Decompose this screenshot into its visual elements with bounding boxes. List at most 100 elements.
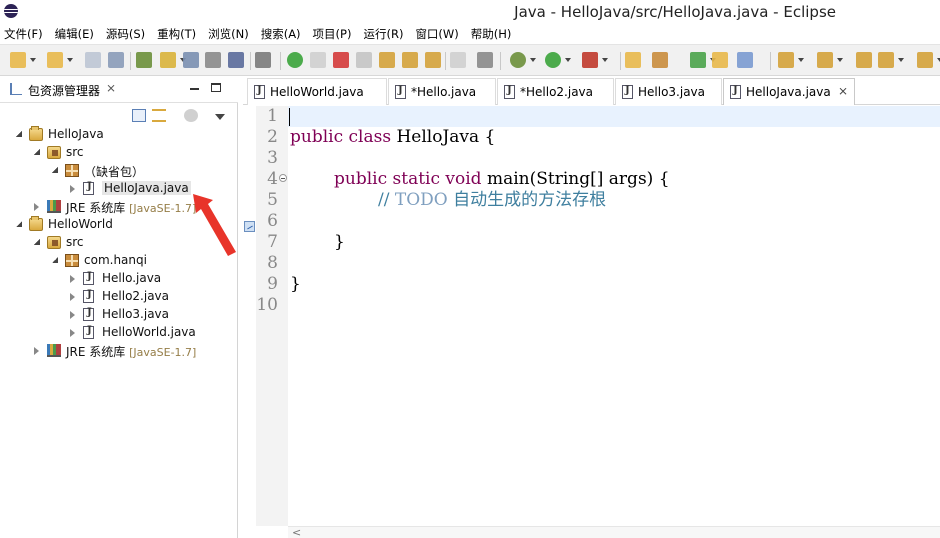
tree-item-text: （缺省包） <box>84 165 145 179</box>
menu-item-5[interactable]: 搜索(A) <box>261 26 301 42</box>
step-return-icon[interactable] <box>425 52 441 68</box>
menu-item-0[interactable]: 文件(F) <box>4 26 43 42</box>
collapsed-twisty-icon[interactable] <box>70 311 75 319</box>
code-editor[interactable]: public class HelloJava { public static v… <box>288 106 940 526</box>
tree-item-java[interactable]: Hello2.java <box>0 288 238 306</box>
resume-icon[interactable] <box>287 52 303 68</box>
forward-icon[interactable] <box>917 52 933 68</box>
tree-item-java[interactable]: HelloWorld.java <box>0 324 238 342</box>
expanded-twisty-icon[interactable] <box>16 221 22 227</box>
suspend-icon[interactable] <box>310 52 326 68</box>
tree-item-library[interactable]: JRE 系统库 [JavaSE-1.7] <box>0 342 238 360</box>
collapsed-twisty-icon[interactable] <box>34 347 39 355</box>
step-into-icon[interactable] <box>379 52 395 68</box>
tree-item-library[interactable]: JRE 系统库 [JavaSE-1.7] <box>0 198 238 216</box>
step-over-icon[interactable] <box>402 52 418 68</box>
previous-annotation-icon[interactable] <box>856 52 872 68</box>
expanded-twisty-icon[interactable] <box>52 257 58 263</box>
dropdown-arrow-icon[interactable] <box>798 58 804 62</box>
tree-item-java[interactable]: HelloJava.java <box>0 180 238 198</box>
close-icon[interactable]: ⨯ <box>106 81 116 95</box>
collapsed-twisty-icon[interactable] <box>34 203 39 211</box>
maximize-icon[interactable] <box>211 83 221 92</box>
new-class-icon[interactable] <box>690 52 706 68</box>
tree-item-package[interactable]: （缺省包） <box>0 162 238 180</box>
search-icon[interactable] <box>778 52 794 68</box>
minimize-icon[interactable] <box>190 88 199 90</box>
new-icon[interactable] <box>10 52 26 68</box>
menu-item-3[interactable]: 重构(T) <box>157 26 196 42</box>
view-menu-icon[interactable] <box>215 114 225 120</box>
tree-item-java[interactable]: Hello3.java <box>0 306 238 324</box>
collapse-all-icon[interactable] <box>132 109 146 122</box>
next-annotation-icon[interactable] <box>817 52 833 68</box>
back-icon[interactable] <box>878 52 894 68</box>
run-icon[interactable] <box>545 52 561 68</box>
tree-item-srcfolder[interactable]: src <box>0 234 238 252</box>
menu-item-2[interactable]: 源码(S) <box>106 26 145 42</box>
new-package-icon[interactable] <box>652 52 668 68</box>
dropdown-arrow-icon[interactable] <box>565 58 571 62</box>
open-type-icon[interactable] <box>712 52 728 68</box>
close-icon[interactable]: ⨯ <box>838 84 848 98</box>
paragraph-icon[interactable] <box>228 52 244 68</box>
dropdown-arrow-icon[interactable] <box>602 58 608 62</box>
expanded-twisty-icon[interactable] <box>34 149 40 155</box>
tree-item-project[interactable]: HelloWorld <box>0 216 238 234</box>
dropdown-arrow-icon[interactable] <box>837 58 843 62</box>
menu-item-8[interactable]: 窗口(W) <box>415 26 458 42</box>
tree-item-package[interactable]: com.hanqi <box>0 252 238 270</box>
collapsed-twisty-icon[interactable] <box>70 275 75 283</box>
tree-item-text: com.hanqi <box>84 253 147 267</box>
link-with-editor-icon[interactable] <box>152 109 166 122</box>
horizontal-scrollbar[interactable]: < <box>288 526 940 538</box>
collapsed-twisty-icon[interactable] <box>70 293 75 301</box>
menu-item-1[interactable]: 编辑(E) <box>55 26 94 42</box>
editor-tab-0[interactable]: HelloWorld.java <box>247 78 387 105</box>
editor-tab-3[interactable]: Hello3.java <box>615 78 722 105</box>
drop-to-frame-icon[interactable] <box>450 52 466 68</box>
collapsed-twisty-icon[interactable] <box>70 329 75 337</box>
show-whitespace-icon[interactable] <box>205 52 221 68</box>
dropdown-arrow-icon[interactable] <box>30 58 36 62</box>
debug-perspective-icon[interactable] <box>136 52 152 68</box>
use-step-filters-icon[interactable] <box>477 52 493 68</box>
terminate-icon[interactable] <box>333 52 349 68</box>
new-wizard-icon[interactable] <box>47 52 63 68</box>
save-icon[interactable] <box>85 52 101 68</box>
tree-item-java[interactable]: Hello.java <box>0 270 238 288</box>
tree-item-project[interactable]: HelloJava <box>0 126 238 144</box>
library-icon <box>47 344 61 357</box>
expanded-twisty-icon[interactable] <box>34 239 40 245</box>
menu-item-9[interactable]: 帮助(H) <box>471 26 512 42</box>
expanded-twisty-icon[interactable] <box>52 167 58 173</box>
focus-task-icon[interactable] <box>184 109 198 122</box>
expanded-twisty-icon[interactable] <box>16 131 22 137</box>
external-tools-icon[interactable] <box>582 52 598 68</box>
dropdown-arrow-icon[interactable] <box>67 58 73 62</box>
code-token: HelloJava { <box>391 127 496 147</box>
scroll-left-icon[interactable]: < <box>292 526 301 538</box>
collapsed-twisty-icon[interactable] <box>70 185 75 193</box>
fold-collapse-icon[interactable] <box>279 174 287 182</box>
skip-breakpoints-icon[interactable] <box>255 52 271 68</box>
editor-tab-4[interactable]: HelloJava.java ⨯ <box>723 78 855 105</box>
disconnect-icon[interactable] <box>356 52 372 68</box>
dropdown-arrow-icon[interactable] <box>530 58 536 62</box>
new-java-project-icon[interactable] <box>625 52 641 68</box>
debug-icon[interactable] <box>510 52 526 68</box>
task-marker-icon[interactable] <box>244 221 255 232</box>
editor-tab-2[interactable]: *Hello2.java <box>497 78 614 105</box>
tree-item-srcfolder[interactable]: src <box>0 144 238 162</box>
tree-item-text: HelloWorld <box>48 217 113 231</box>
menu-item-6[interactable]: 项目(P) <box>313 26 352 42</box>
save-all-icon[interactable] <box>108 52 124 68</box>
menu-item-4[interactable]: 浏览(N) <box>208 26 249 42</box>
highlight-icon[interactable] <box>160 52 176 68</box>
dropdown-arrow-icon[interactable] <box>898 58 904 62</box>
open-task-icon[interactable] <box>737 52 753 68</box>
package-explorer-tab[interactable]: 包资源管理器 ⨯ <box>0 76 238 103</box>
toggle-mark-icon[interactable] <box>183 52 199 68</box>
menu-item-7[interactable]: 运行(R) <box>363 26 403 42</box>
editor-tab-1[interactable]: *Hello.java <box>388 78 496 105</box>
